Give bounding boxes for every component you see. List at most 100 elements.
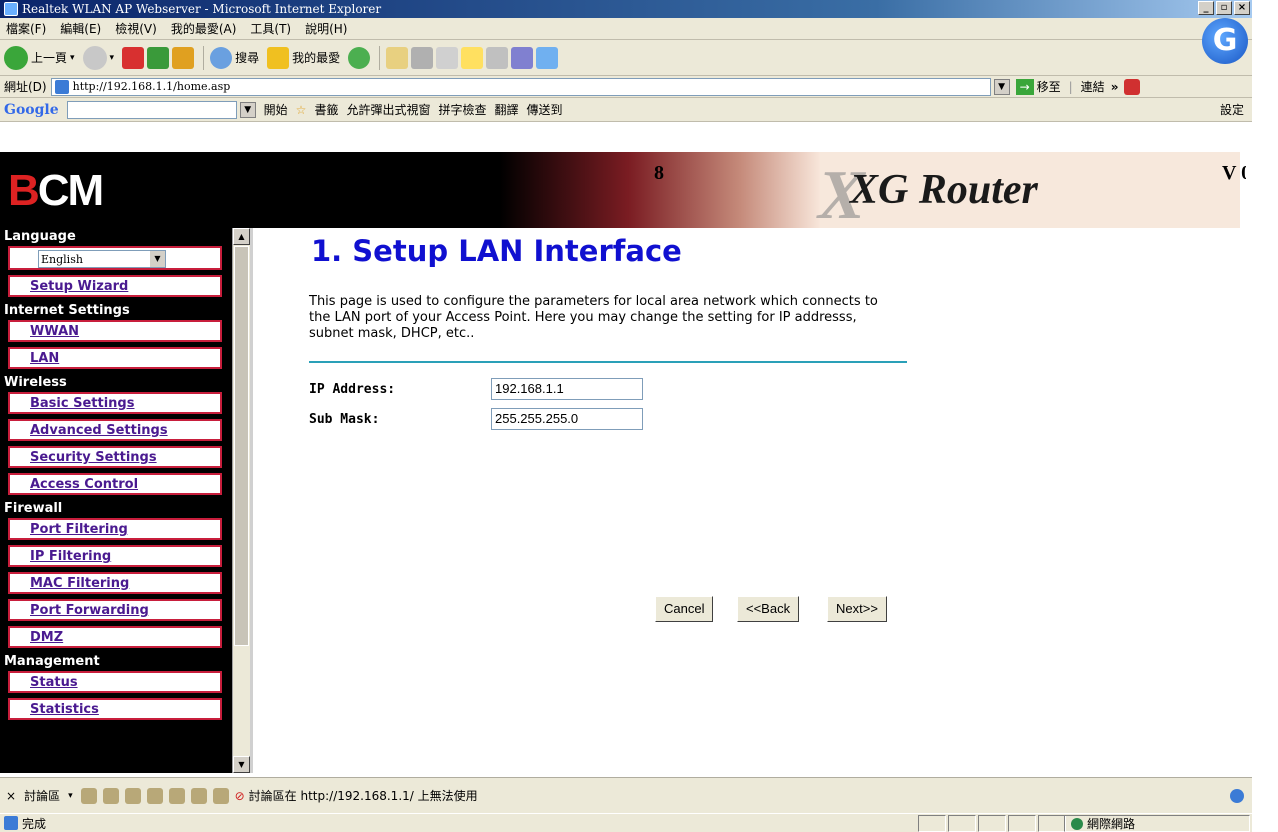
sidebar-item-advanced-settings[interactable]: Advanced Settings — [8, 419, 222, 441]
google-start-button[interactable]: 開始 — [264, 101, 288, 118]
stop-icon[interactable] — [122, 46, 145, 69]
sidebar-item-security-settings[interactable]: Security Settings — [8, 446, 222, 468]
ie-icon — [4, 2, 18, 16]
sidebar-item-status[interactable]: Status — [8, 671, 222, 693]
menu-file[interactable]: 檔案(F) — [6, 20, 46, 37]
sidebar-item-mac-filtering[interactable]: MAC Filtering — [8, 572, 222, 594]
people-icon[interactable] — [536, 46, 559, 69]
sidebar-item-basic-settings[interactable]: Basic Settings — [8, 392, 222, 414]
nav-sidebar: Language English ▼ Setup Wizard Internet… — [0, 228, 232, 773]
address-dropdown-icon[interactable]: ▼ — [993, 78, 1010, 95]
cancel-button[interactable]: Cancel — [655, 596, 714, 622]
discussion-tool-icon[interactable] — [190, 787, 207, 804]
back-step-button[interactable]: <<Back — [737, 596, 800, 622]
browser-toolbar: 上一頁 ▾ ▾ 搜尋 我的最愛 — [0, 40, 1252, 76]
sidebar-item-dmz[interactable]: DMZ — [8, 626, 222, 648]
star-icon — [267, 46, 290, 69]
menu-help[interactable]: 說明(H) — [305, 20, 347, 37]
security-zone: 網際網路 — [1064, 815, 1250, 832]
google-toolbar-logo-icon: G — [1202, 18, 1248, 64]
page-done-icon — [4, 816, 18, 830]
discussion-message: 討論區在 http://192.168.1.1/ 上無法使用 — [248, 789, 478, 803]
sidebar-item-wwan[interactable]: WWAN — [8, 320, 222, 342]
google-dropdown-icon[interactable]: ▼ — [239, 101, 256, 118]
scroll-down-icon[interactable]: ▼ — [233, 756, 250, 773]
history-icon[interactable] — [348, 46, 371, 69]
address-label: 網址(D) — [4, 80, 47, 94]
search-icon — [210, 46, 233, 69]
google-translate-button[interactable]: 翻譯 — [494, 101, 518, 118]
go-arrow-icon[interactable]: → — [1015, 78, 1034, 95]
forward-button[interactable]: ▾ — [82, 45, 114, 70]
sidebar-item-statistics[interactable]: Statistics — [8, 698, 222, 720]
acrobat-icon[interactable] — [1124, 78, 1141, 95]
ip-address-input[interactable]: 192.168.1.1 — [491, 378, 643, 400]
sidebar-item-access-control[interactable]: Access Control — [8, 473, 222, 495]
google-search-input[interactable] — [66, 100, 237, 119]
home-icon[interactable] — [172, 46, 195, 69]
google-spellcheck-button[interactable]: 拼字檢查 — [438, 101, 486, 118]
discussion-tool-icon[interactable] — [124, 787, 141, 804]
chevron-down-icon: ▼ — [150, 251, 165, 267]
menu-view[interactable]: 檢視(V) — [115, 20, 157, 37]
help-icon[interactable] — [1230, 788, 1244, 803]
address-bar: 網址(D) http://192.168.1.1/home.asp ▼ → 移至… — [0, 76, 1252, 98]
maximize-button[interactable]: ▫ — [1216, 1, 1232, 15]
address-url: http://192.168.1.1/home.asp — [72, 80, 231, 93]
status-panels — [918, 815, 1068, 832]
google-popups-button[interactable]: 允許彈出式視窗 — [346, 101, 430, 118]
sidebar-item-port-forwarding[interactable]: Port Forwarding — [8, 599, 222, 621]
discussion-tool-icon[interactable] — [80, 787, 97, 804]
close-icon[interactable]: × — [6, 789, 16, 803]
sidebar-heading-internet: Internet Settings — [4, 303, 130, 318]
discussion-tool-icon[interactable] — [146, 787, 163, 804]
zone-label: 網際網路 — [1087, 817, 1136, 831]
close-button[interactable]: × — [1234, 1, 1250, 15]
scroll-up-icon[interactable]: ▲ — [233, 228, 250, 245]
forward-arrow-icon — [82, 45, 107, 70]
mail-icon[interactable] — [386, 46, 409, 69]
discussion-button[interactable]: 討論區 — [24, 787, 60, 804]
sub-mask-input[interactable]: 255.255.255.0 — [491, 408, 643, 430]
go-button[interactable]: 移至 — [1037, 78, 1061, 95]
address-input[interactable]: http://192.168.1.1/home.asp — [50, 77, 991, 96]
globe-icon — [1071, 817, 1083, 830]
sidebar-scrollbar[interactable]: ▲ ▼ — [232, 228, 250, 773]
google-bookmarks-button[interactable]: 書籤 — [314, 101, 338, 118]
scrollbar-thumb[interactable] — [234, 246, 249, 646]
bcm-logo: BCM — [8, 166, 104, 215]
sidebar-item-port-filtering[interactable]: Port Filtering — [8, 518, 222, 540]
minimize-button[interactable]: _ — [1198, 1, 1214, 15]
discussion-tool-icon[interactable] — [168, 787, 185, 804]
refresh-icon[interactable] — [147, 46, 170, 69]
menu-tools[interactable]: 工具(T) — [250, 20, 291, 37]
menu-favorites[interactable]: 我的最愛(A) — [171, 20, 237, 37]
google-star-icon[interactable]: ☆ — [296, 103, 307, 117]
favorites-label: 我的最愛 — [292, 51, 341, 65]
google-sendto-button[interactable]: 傳送到 — [527, 101, 563, 118]
favorites-button[interactable]: 我的最愛 — [267, 46, 341, 69]
discussion-tool-icon[interactable] — [212, 787, 229, 804]
menu-edit[interactable]: 編輯(E) — [60, 20, 101, 37]
links-button[interactable]: 連結 — [1081, 78, 1105, 95]
sidebar-item-lan[interactable]: LAN — [8, 347, 222, 369]
chevron-right-icon[interactable]: » — [1111, 80, 1119, 94]
back-button[interactable]: 上一頁 ▾ — [4, 45, 75, 70]
discussion-tool-icon[interactable] — [102, 787, 119, 804]
search-button[interactable]: 搜尋 — [210, 46, 260, 69]
language-select[interactable]: English ▼ — [38, 250, 166, 268]
note-icon[interactable] — [461, 46, 484, 69]
sidebar-item-ip-filtering[interactable]: IP Filtering — [8, 545, 222, 567]
print-icon[interactable] — [411, 46, 434, 69]
sidebar-item-setup-wizard[interactable]: Setup Wizard — [8, 275, 222, 297]
google-logo[interactable]: Google — [4, 102, 59, 118]
messenger-icon[interactable] — [511, 46, 534, 69]
language-box: English ▼ — [8, 246, 222, 270]
google-settings-button[interactable]: 設定 — [1220, 101, 1244, 118]
menu-bar: 檔案(F) 編輯(E) 檢視(V) 我的最愛(A) 工具(T) 說明(H) — [0, 18, 1252, 40]
next-step-button[interactable]: Next>> — [827, 596, 887, 622]
research-icon[interactable] — [486, 46, 509, 69]
search-label: 搜尋 — [235, 51, 260, 65]
page-right-margin — [1246, 152, 1278, 773]
edit-icon[interactable] — [436, 46, 459, 69]
